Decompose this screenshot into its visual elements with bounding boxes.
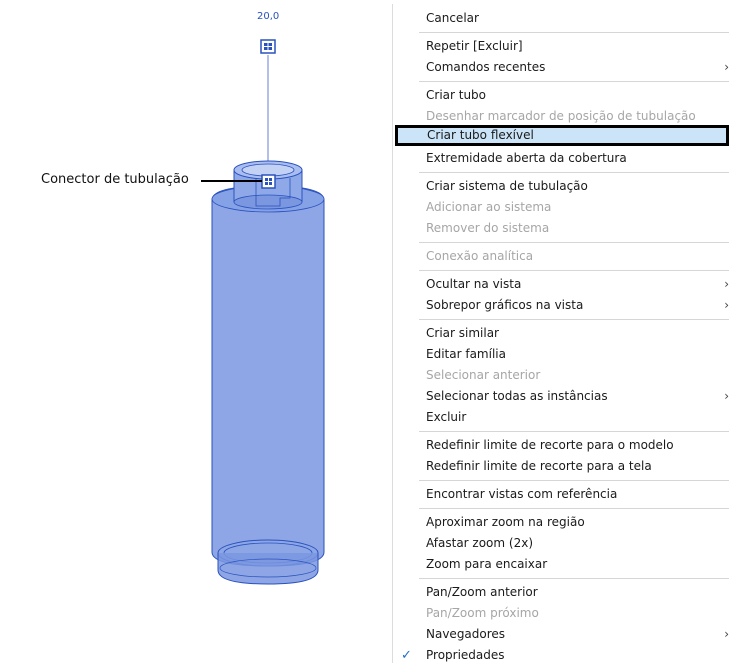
menu-item-redefinir-tela[interactable]: Redefinir limite de recorte para a tela xyxy=(393,456,729,477)
menu-item-criar-sistema[interactable]: Criar sistema de tubulação xyxy=(393,176,729,197)
menu-item-pan-zoom-proximo: Pan/Zoom próximo xyxy=(426,606,539,620)
menu-item-adicionar-ao-sistema: Adicionar ao sistema xyxy=(426,200,552,214)
chevron-right-icon: › xyxy=(724,389,729,403)
menu-separator xyxy=(419,81,729,82)
menu-separator xyxy=(419,242,729,243)
menu-item-remover-do-sistema: Remover do sistema xyxy=(426,221,550,235)
chevron-right-icon: › xyxy=(724,298,729,312)
menu-separator xyxy=(419,32,729,33)
menu-separator xyxy=(419,172,729,173)
dimension-label[interactable]: 20,0 xyxy=(257,11,279,22)
menu-item-cancelar[interactable]: Cancelar xyxy=(393,8,729,29)
pipe-model-view xyxy=(201,39,325,585)
dimension-grip-icon[interactable] xyxy=(260,39,276,54)
menu-separator xyxy=(419,319,729,320)
menu-item-selecionar-anterior: Selecionar anterior xyxy=(426,368,541,382)
context-menu: Cancelar Repetir [Excluir] Comandos rece… xyxy=(392,4,729,663)
chevron-right-icon: › xyxy=(724,277,729,291)
menu-separator xyxy=(419,578,729,579)
menu-item-desenhar-marcador: Desenhar marcador de posição de tubulaçã… xyxy=(426,109,696,123)
menu-item-afastar-zoom[interactable]: Afastar zoom (2x) xyxy=(393,533,729,554)
menu-item-zoom-encaixar[interactable]: Zoom para encaixar xyxy=(393,554,729,575)
menu-item-criar-similar[interactable]: Criar similar xyxy=(393,323,729,344)
menu-item-navegadores[interactable]: Navegadores › xyxy=(393,624,729,645)
callout-label: Conector de tubulação xyxy=(41,172,189,187)
chevron-right-icon: › xyxy=(724,627,729,641)
menu-item-ocultar-na-vista[interactable]: Ocultar na vista › xyxy=(393,274,729,295)
menu-item-redefinir-modelo[interactable]: Redefinir limite de recorte para o model… xyxy=(393,435,729,456)
chevron-right-icon: › xyxy=(724,60,729,74)
menu-item-repetir[interactable]: Repetir [Excluir] xyxy=(393,36,729,57)
menu-separator xyxy=(419,431,729,432)
menu-separator xyxy=(419,508,729,509)
menu-item-editar-familia[interactable]: Editar família xyxy=(393,344,729,365)
menu-item-excluir[interactable]: Excluir xyxy=(393,407,729,428)
menu-item-aproximar-zoom[interactable]: Aproximar zoom na região xyxy=(393,512,729,533)
menu-item-criar-tubo[interactable]: Criar tubo xyxy=(393,85,729,106)
menu-item-sobrepor-graficos[interactable]: Sobrepor gráficos na vista › xyxy=(393,295,729,316)
menu-separator xyxy=(419,480,729,481)
menu-item-conexao-analitica: Conexão analítica xyxy=(426,249,534,263)
menu-item-comandos-recentes[interactable]: Comandos recentes › xyxy=(393,57,729,78)
menu-item-pan-zoom-anterior[interactable]: Pan/Zoom anterior xyxy=(393,582,729,603)
menu-item-extremidade-aberta[interactable]: Extremidade aberta da cobertura xyxy=(393,148,729,169)
menu-item-encontrar-vistas[interactable]: Encontrar vistas com referência xyxy=(393,484,729,505)
menu-item-selecionar-todas[interactable]: Selecionar todas as instâncias › xyxy=(393,386,729,407)
tank-model[interactable] xyxy=(211,160,325,585)
menu-item-criar-tubo-flexivel[interactable]: Criar tubo flexível xyxy=(395,125,729,146)
pipe-connector-icon[interactable] xyxy=(261,174,276,189)
menu-separator xyxy=(419,270,729,271)
